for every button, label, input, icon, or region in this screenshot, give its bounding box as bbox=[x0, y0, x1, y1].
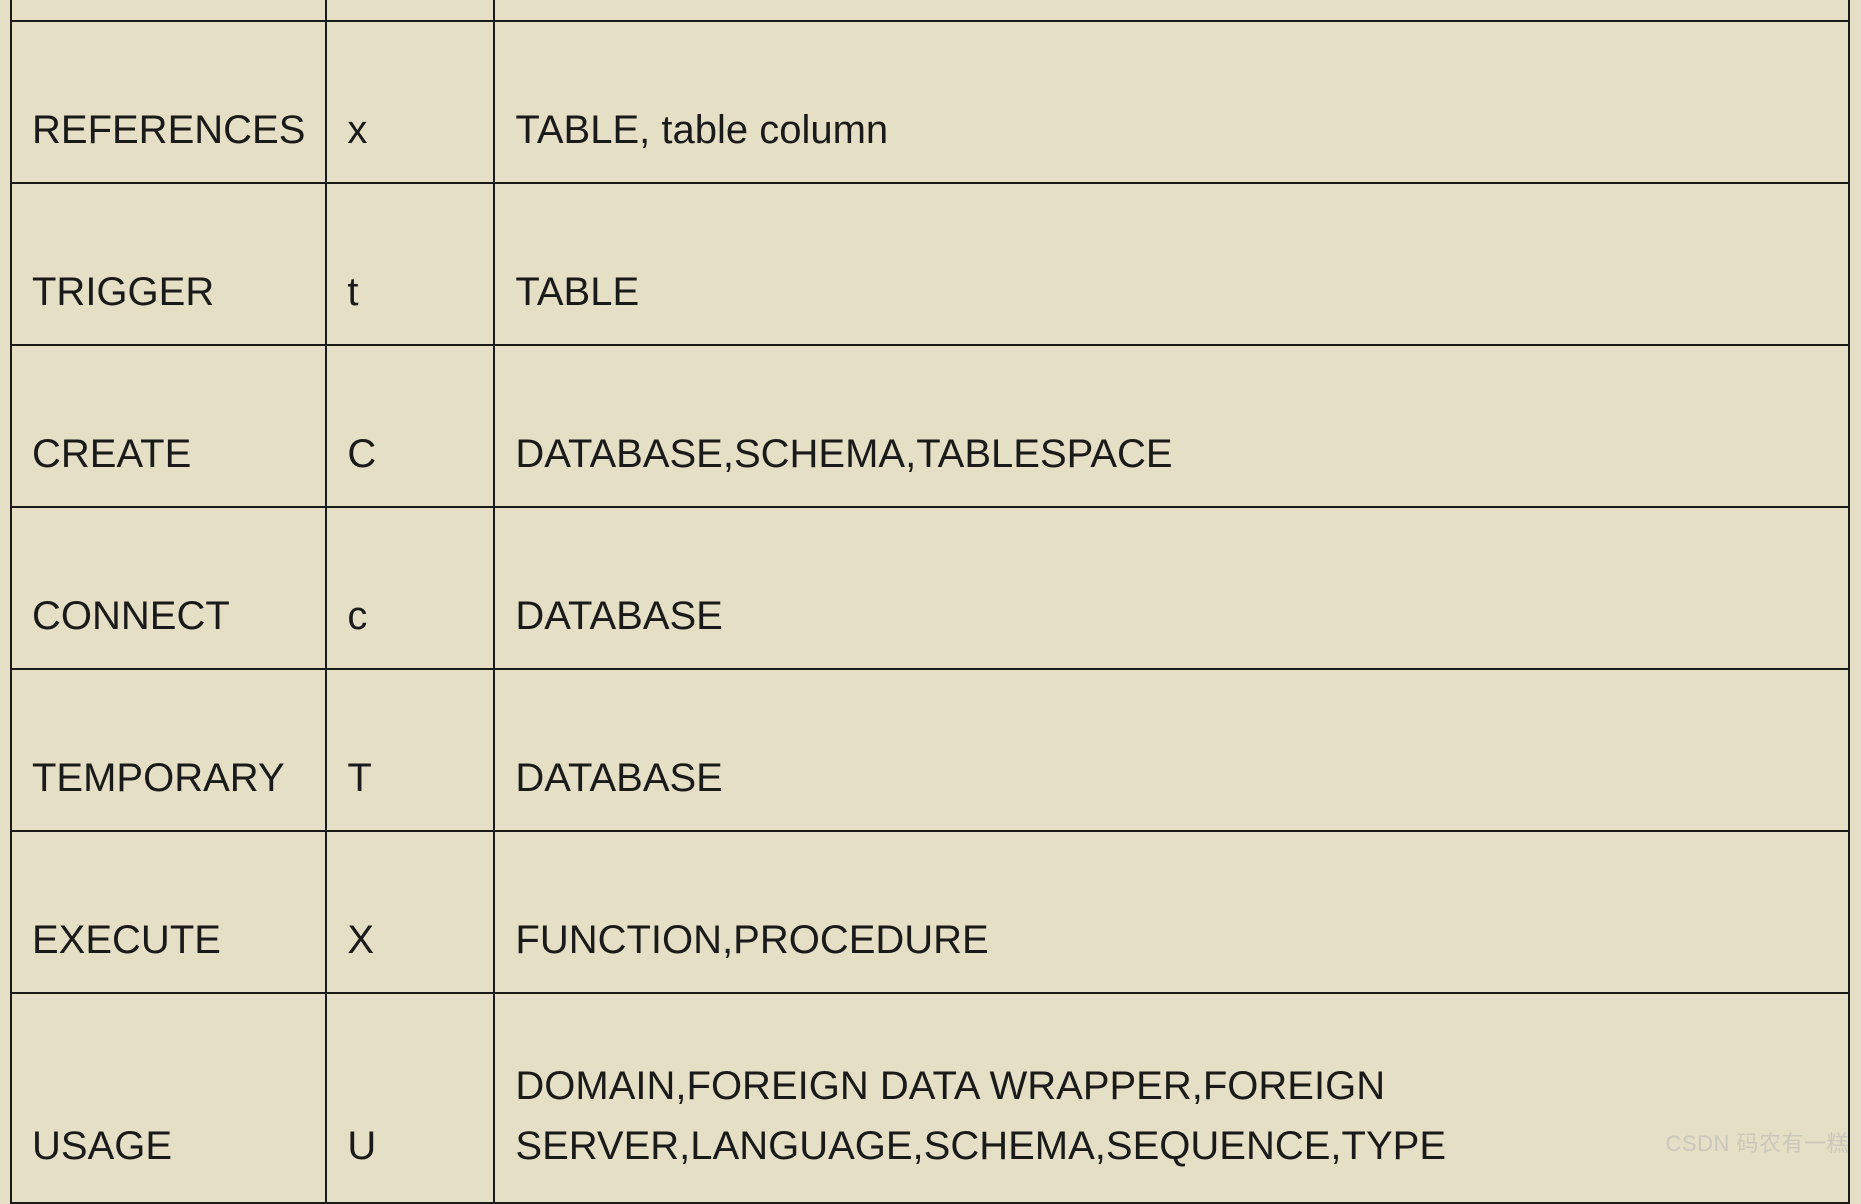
cell-objects: TABLE, table column bbox=[494, 21, 1849, 183]
table-row: TRIGGER t TABLE bbox=[11, 183, 1849, 345]
cell-abbr: U bbox=[326, 993, 494, 1203]
table-cell bbox=[326, 0, 494, 21]
table-row: CONNECT c DATABASE bbox=[11, 507, 1849, 669]
table-cell bbox=[11, 0, 326, 21]
cell-abbr: c bbox=[326, 507, 494, 669]
cell-objects: TABLE bbox=[494, 183, 1849, 345]
cell-privilege: TRIGGER bbox=[11, 183, 326, 345]
cell-abbr: T bbox=[326, 669, 494, 831]
cell-objects: FUNCTION,PROCEDURE bbox=[494, 831, 1849, 993]
table-row bbox=[11, 0, 1849, 21]
cell-abbr: C bbox=[326, 345, 494, 507]
cell-privilege: REFERENCES bbox=[11, 21, 326, 183]
cell-privilege: TEMPORARY bbox=[11, 669, 326, 831]
cell-abbr: x bbox=[326, 21, 494, 183]
cell-objects: DATABASE bbox=[494, 507, 1849, 669]
table-cell bbox=[494, 0, 1849, 21]
cell-objects: DOMAIN,FOREIGN DATA WRAPPER,FOREIGN SERV… bbox=[494, 993, 1849, 1203]
privileges-table: REFERENCES x TABLE, table column TRIGGER… bbox=[10, 0, 1850, 1204]
table-row: EXECUTE X FUNCTION,PROCEDURE bbox=[11, 831, 1849, 993]
cell-abbr: t bbox=[326, 183, 494, 345]
table-row: CREATE C DATABASE,SCHEMA,TABLESPACE bbox=[11, 345, 1849, 507]
cell-privilege: USAGE bbox=[11, 993, 326, 1203]
watermark-text: CSDN 码农有一糕 bbox=[1666, 1126, 1849, 1158]
table-row: USAGE U DOMAIN,FOREIGN DATA WRAPPER,FORE… bbox=[11, 993, 1849, 1203]
cell-abbr: X bbox=[326, 831, 494, 993]
cell-privilege: CREATE bbox=[11, 345, 326, 507]
table-row: TEMPORARY T DATABASE bbox=[11, 669, 1849, 831]
cell-privilege: EXECUTE bbox=[11, 831, 326, 993]
cell-objects: DATABASE bbox=[494, 669, 1849, 831]
cell-objects: DATABASE,SCHEMA,TABLESPACE bbox=[494, 345, 1849, 507]
cell-privilege: CONNECT bbox=[11, 507, 326, 669]
table-row: REFERENCES x TABLE, table column bbox=[11, 21, 1849, 183]
